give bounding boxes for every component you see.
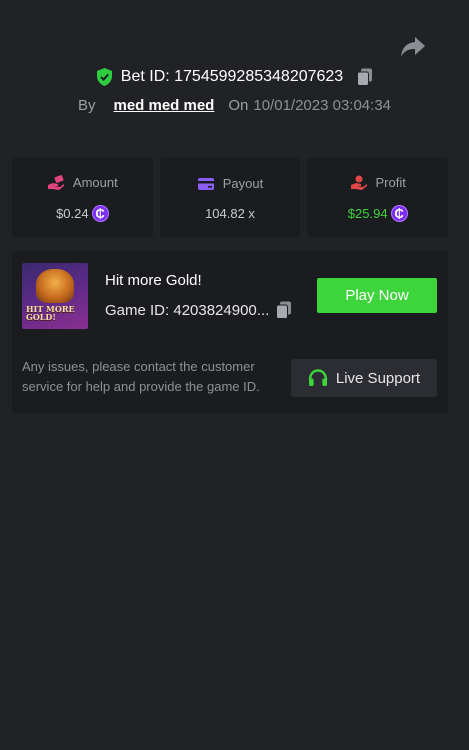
copy-icon[interactable] [276,301,292,319]
play-now-button[interactable]: Play Now [317,278,437,313]
on-label: On [228,97,249,114]
stat-amount-label: Amount [72,175,118,190]
shield-check-icon [96,68,112,86]
hand-coin-icon [350,175,367,190]
stat-payout-value-row: 104.82 x [205,206,255,221]
live-support-button[interactable]: Live Support [291,359,437,397]
bet-stats: Amount $0.24 ₵ Payout 104.82 x Profit $2… [12,158,449,238]
coin-icon: ₵ [91,204,109,222]
game-card: HIT MORE GOLD! Hit more Gold! Game ID: 4… [12,251,448,414]
hand-money-icon [47,174,64,190]
support-message: Any issues, please contact the customer … [22,359,260,394]
stat-payout-value: 104.82 x [205,205,255,221]
bet-id-row: Bet ID: 1754599285348207623 [0,68,469,86]
stat-amount: Amount $0.24 ₵ [12,158,153,238]
game-title: Hit more Gold! [105,272,202,289]
coin-icon: ₵ [390,204,408,222]
bet-id-text: Bet ID: 1754599285348207623 [120,68,344,85]
stat-payout-label: Payout [222,176,264,191]
stat-profit: Profit $25.94 ₵ [307,158,449,238]
wallet-icon [197,177,214,190]
bet-meta-row: By med med med On 10/01/2023 03:04:34 [0,97,469,114]
game-id-text: Game ID: 4203824900... [105,301,270,319]
username-link[interactable]: med med med [113,97,214,114]
stat-payout: Payout 104.82 x [159,158,301,238]
live-support-label: Live Support [335,369,421,387]
headset-icon [308,369,328,386]
stat-profit-value-row: $25.94 ₵ [347,204,408,222]
stat-profit-label: Profit [375,175,406,190]
gold-miner-image [36,269,74,303]
bet-date: 10/01/2023 03:04:34 [253,97,392,114]
stat-amount-value: $0.24 [56,205,89,221]
game-id-row: Game ID: 4203824900... [105,301,292,319]
stat-amount-value-row: $0.24 ₵ [56,204,109,222]
game-thumbnail-title: HIT MORE GOLD! [26,304,75,322]
game-thumbnail[interactable]: HIT MORE GOLD! [22,263,88,329]
by-label: By [77,97,96,114]
share-icon[interactable] [400,36,426,58]
copy-icon[interactable] [357,68,373,86]
stat-profit-value: $25.94 [347,205,388,221]
